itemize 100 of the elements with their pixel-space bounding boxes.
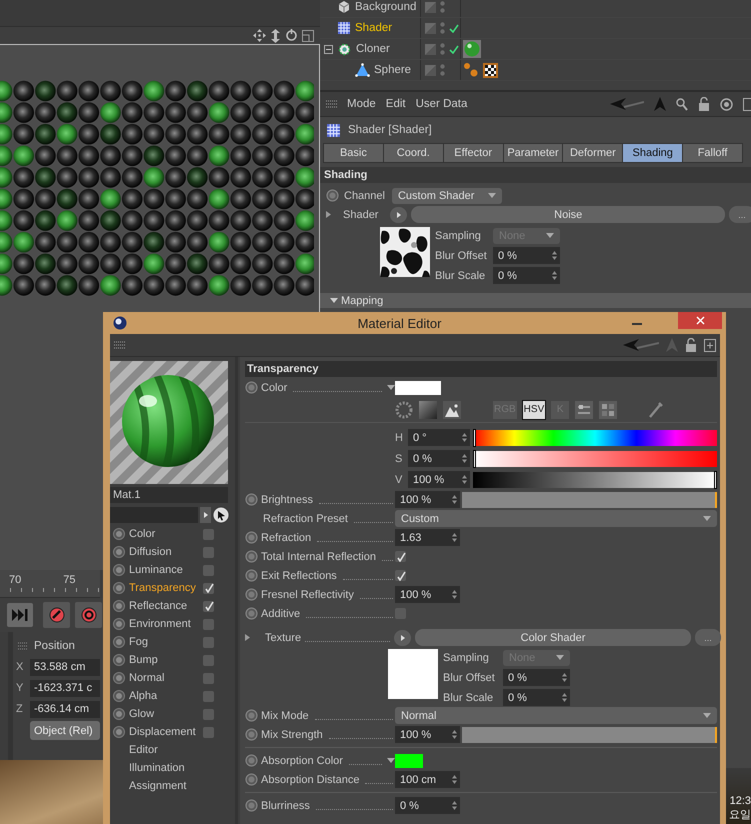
dropdown[interactable]: Normal [395, 707, 717, 724]
visibility-dots-icon[interactable] [440, 1, 445, 13]
spinner-icon[interactable] [452, 730, 457, 739]
radio-icon[interactable] [113, 528, 125, 540]
skip-to-end-icon[interactable] [12, 609, 28, 621]
page-item[interactable]: Editor [129, 744, 158, 756]
lock-icon[interactable] [685, 338, 697, 352]
animation-dot-icon[interactable] [245, 531, 258, 544]
arrow-button[interactable] [200, 506, 211, 522]
radio-icon[interactable] [113, 690, 125, 702]
tab[interactable]: Parameter [504, 144, 562, 162]
spinner-icon[interactable] [552, 251, 557, 260]
record-icon[interactable] [80, 607, 96, 623]
color-mode-button[interactable]: HSV [522, 400, 546, 418]
object-name[interactable]: Sphere [374, 64, 412, 76]
animation-dot-icon[interactable] [245, 709, 258, 722]
number-field[interactable]: 0 % [395, 797, 460, 814]
spinner-icon[interactable] [462, 475, 467, 484]
checkbox[interactable] [395, 570, 406, 581]
object-name[interactable]: Shader [355, 22, 392, 34]
checkbox[interactable] [203, 654, 214, 666]
color-slider-track[interactable] [473, 472, 717, 488]
object-name[interactable]: Cloner [356, 43, 390, 55]
checkbox[interactable] [203, 672, 214, 684]
spinner-icon[interactable] [462, 454, 467, 463]
checkbox[interactable] [203, 582, 214, 594]
object-name[interactable]: Background [355, 1, 416, 13]
channel-item[interactable]: Diffusion [129, 546, 199, 558]
animation-dot-icon[interactable] [245, 381, 258, 394]
timeline-ruler[interactable]: 70 75 [0, 570, 100, 598]
shader-button[interactable]: Noise [411, 206, 725, 223]
slider[interactable] [462, 726, 717, 742]
coordinate-field[interactable]: -1623.371 c [30, 680, 100, 696]
color-slider-track[interactable] [473, 430, 717, 446]
menu-item[interactable]: Edit [386, 98, 406, 110]
move-icon[interactable] [253, 29, 266, 42]
menu-item[interactable]: Mode [347, 98, 376, 110]
vertical-arrows-icon[interactable] [270, 28, 281, 42]
new-window-icon[interactable] [704, 338, 716, 352]
radio-icon[interactable] [113, 582, 125, 594]
channel-item[interactable]: Normal [129, 672, 199, 684]
collapse-icon[interactable] [324, 44, 333, 54]
number-field[interactable]: 0 % [493, 267, 560, 284]
lock-icon[interactable] [698, 97, 710, 111]
spinner-icon[interactable] [452, 775, 457, 784]
slider-handle[interactable] [714, 470, 717, 488]
tab[interactable]: Effector [444, 144, 503, 162]
channel-item[interactable]: Environment [129, 618, 199, 630]
checkbox[interactable] [203, 546, 214, 558]
channel-item[interactable]: Transparency [129, 582, 199, 594]
arrow-button[interactable] [390, 206, 408, 222]
checkbox[interactable] [203, 726, 214, 738]
channel-item[interactable]: Luminance [129, 564, 199, 576]
radio-icon[interactable] [113, 654, 125, 666]
image-icon[interactable] [443, 400, 461, 418]
arrow-button[interactable] [394, 630, 412, 646]
number-field[interactable]: 100 % [395, 586, 460, 603]
animation-dot-icon[interactable] [245, 799, 258, 812]
channel-item[interactable]: Fog [129, 636, 199, 648]
layer-icon[interactable] [425, 44, 436, 54]
coordinate-field[interactable]: -636.14 cm [30, 700, 100, 718]
spinner-icon[interactable] [452, 590, 457, 599]
checkbox[interactable] [203, 636, 214, 648]
spinner-icon[interactable] [462, 433, 467, 442]
animation-dot-icon[interactable] [245, 773, 258, 786]
more-button[interactable]: ... [729, 206, 751, 223]
coordinate-mode-button[interactable]: Object (Rel) [30, 721, 100, 740]
search-icon[interactable] [676, 98, 688, 110]
material-name-field[interactable]: Mat.1 [110, 487, 228, 503]
number-field[interactable]: 100 % [395, 491, 460, 508]
radio-icon[interactable] [113, 564, 125, 576]
radio-icon[interactable] [113, 672, 125, 684]
animation-dot-icon[interactable] [245, 754, 258, 767]
animation-dot-icon[interactable] [245, 588, 258, 601]
page-item[interactable]: Illumination [129, 762, 185, 774]
radio-icon[interactable] [113, 636, 125, 648]
channel-dropdown[interactable]: Custom Shader [392, 188, 502, 204]
coordinate-field[interactable]: 53.588 cm [30, 658, 100, 676]
tab[interactable]: Falloff [683, 144, 742, 162]
radio-icon[interactable] [113, 618, 125, 630]
dropdown[interactable]: Custom [395, 510, 717, 527]
eyedropper-icon[interactable] [649, 402, 664, 418]
menu-item[interactable]: User Data [416, 98, 468, 110]
play-triangle-icon[interactable] [396, 212, 401, 218]
checkbox[interactable] [203, 564, 214, 576]
layer-icon[interactable] [425, 22, 436, 34]
play-triangle-icon[interactable] [204, 512, 208, 518]
autokey-button[interactable] [75, 602, 102, 628]
channel-item[interactable]: Alpha [129, 690, 199, 702]
spinner-icon[interactable] [452, 495, 457, 504]
animation-dot-icon[interactable] [245, 607, 258, 620]
ball-tag-icon[interactable] [463, 40, 481, 58]
key-icon[interactable] [48, 607, 64, 623]
visibility-dots-icon[interactable] [440, 64, 445, 76]
slider-handle[interactable] [715, 492, 717, 508]
visibility-dots-icon[interactable] [440, 43, 445, 55]
dots-tag-icon[interactable] [463, 62, 479, 78]
spinner-icon[interactable] [562, 673, 567, 682]
shader-button[interactable]: Color Shader [415, 629, 691, 646]
number-field[interactable]: 0 % [408, 450, 470, 467]
